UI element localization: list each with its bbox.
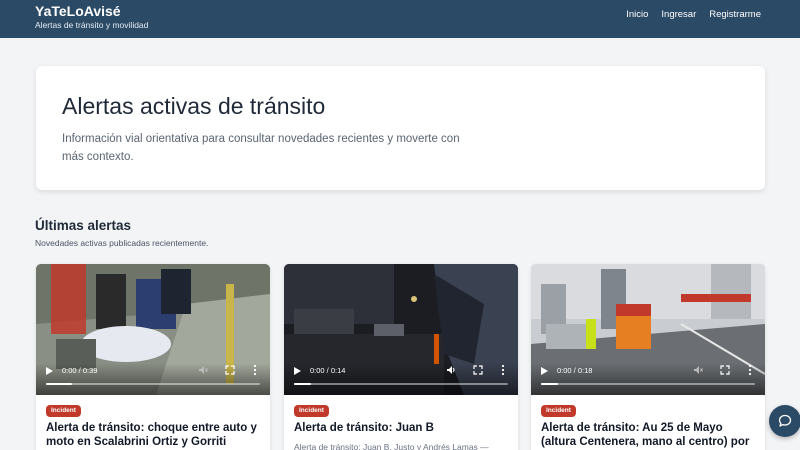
play-icon[interactable]: [541, 367, 548, 375]
video-controls: 0:00 / 0:18: [531, 363, 765, 395]
fullscreen-icon[interactable]: [473, 365, 483, 375]
video-progress-fill: [294, 383, 312, 385]
video-time: 0:00 / 0:39: [62, 366, 98, 375]
video-controls: 0:00 / 0:14: [284, 363, 518, 395]
alert-card[interactable]: 0:00 / 0:14 Incident Alerta de tránsito:…: [284, 264, 518, 450]
page-title: Alertas activas de tránsito: [62, 93, 326, 119]
card-title[interactable]: Alerta de tránsito: Juan B: [294, 421, 509, 435]
section-title: Últimas alertas: [35, 218, 132, 233]
video-progress[interactable]: [294, 383, 508, 385]
alert-card[interactable]: 0:00 / 0:18 Incident Alerta de tránsito:…: [531, 264, 765, 450]
chat-button[interactable]: [769, 405, 800, 437]
video-progress-fill: [46, 383, 72, 385]
chat-bubble-icon: [778, 414, 792, 427]
brand-tagline: Alertas de tránsito y movilidad: [35, 20, 149, 30]
video-player[interactable]: 0:00 / 0:39: [36, 264, 270, 395]
hero-description: Información vial orientativa para consul…: [62, 133, 460, 163]
fullscreen-icon[interactable]: [720, 365, 730, 375]
card-excerpt: Alerta de tránsito: Juan B. Justo y Andr…: [294, 442, 489, 450]
volume-icon[interactable]: [198, 365, 208, 375]
nav-link-ingresar[interactable]: Ingresar: [661, 9, 696, 21]
status-badge: Incident: [46, 405, 81, 417]
more-vertical-icon[interactable]: [253, 364, 257, 376]
section-subtitle: Novedades activas publicadas recientemen…: [35, 238, 209, 248]
video-player[interactable]: 0:00 / 0:14: [284, 264, 518, 395]
video-progress[interactable]: [541, 383, 755, 385]
volume-icon[interactable]: [446, 365, 456, 375]
brand-name[interactable]: YaTeLoAvisé: [35, 3, 148, 19]
video-controls: 0:00 / 0:39: [36, 363, 270, 395]
play-icon[interactable]: [46, 367, 53, 375]
nav-link-inicio[interactable]: Inicio: [626, 9, 648, 21]
video-progress-fill: [541, 383, 559, 385]
status-badge: Incident: [541, 405, 576, 417]
hero-card: Alertas activas de tránsito Información …: [36, 66, 765, 190]
play-icon[interactable]: [294, 367, 301, 375]
card-title[interactable]: Alerta de tránsito: Au 25 de Mayo (altur…: [541, 421, 756, 450]
top-navbar: YaTeLoAvisé Alertas de tránsito y movili…: [0, 0, 800, 38]
brand[interactable]: YaTeLoAvisé Alertas de tránsito y movili…: [35, 3, 148, 31]
video-player[interactable]: 0:00 / 0:18: [531, 264, 765, 395]
more-vertical-icon[interactable]: [748, 364, 752, 376]
alert-card[interactable]: 0:00 / 0:39 Incident Alerta de tránsito:…: [36, 264, 270, 450]
nav-link-registrarme[interactable]: Registrarme: [709, 9, 761, 21]
nav-links: Inicio Ingresar Registrarme: [626, 9, 761, 21]
video-time: 0:00 / 0:18: [557, 366, 593, 375]
fullscreen-icon[interactable]: [225, 365, 235, 375]
video-progress[interactable]: [46, 383, 260, 385]
card-title[interactable]: Alerta de tránsito: choque entre auto y …: [46, 421, 261, 449]
status-badge: Incident: [294, 405, 329, 417]
video-time: 0:00 / 0:14: [310, 366, 346, 375]
more-vertical-icon[interactable]: [501, 364, 505, 376]
volume-icon[interactable]: [693, 365, 703, 375]
